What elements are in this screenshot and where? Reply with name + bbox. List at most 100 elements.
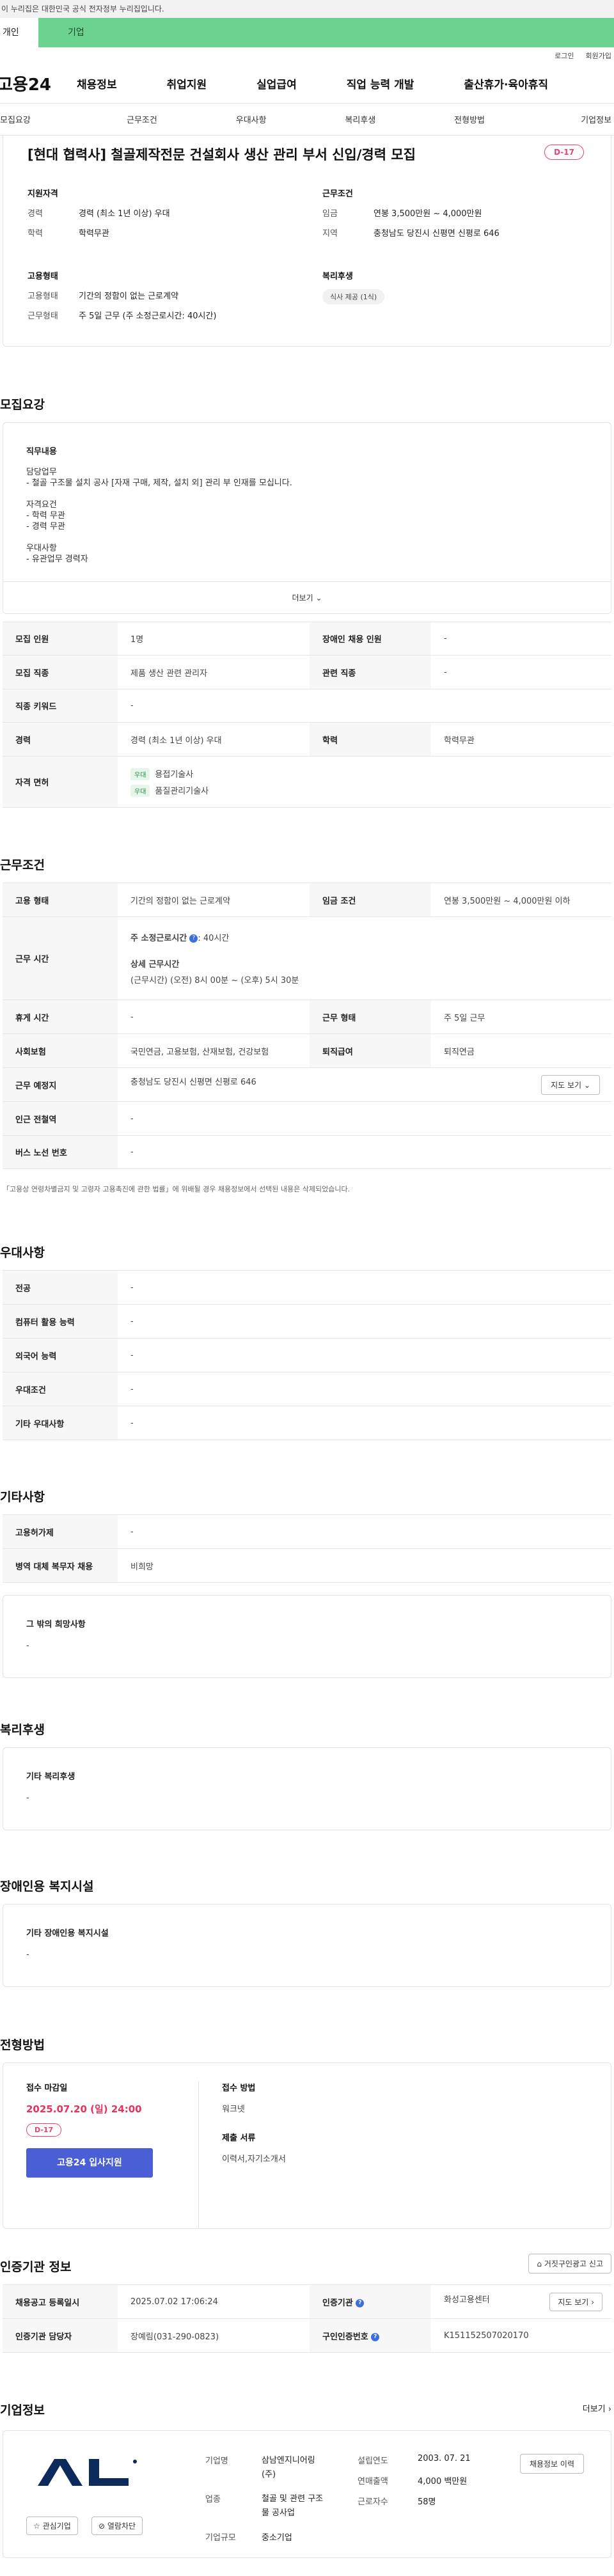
favorite-company-button[interactable]: ☆ 관심기업 (26, 2517, 78, 2535)
table-row: 직종 키워드 - (3, 689, 611, 723)
util-bar: 로그인 회원가입 (0, 47, 614, 64)
hiring-history-button[interactable]: 채용정보 이력 (519, 2454, 584, 2474)
other-wishes-title: 그 밖의 희망사항 (26, 1620, 86, 1630)
table-value: 연봉 3,500만원 ~ 4,000만원 이하 (431, 883, 611, 917)
anchor-process[interactable]: 전형방법 (415, 113, 524, 125)
job-description-title: 직무내용 (26, 447, 57, 457)
table-value: K151152507020170 (431, 2318, 611, 2353)
star-icon: ☆ (33, 2522, 40, 2531)
welfare-title: 복리후생 (322, 272, 353, 281)
company-more-link[interactable]: 더보기 › (583, 2402, 611, 2414)
table-key: 사회보험 (3, 1033, 118, 1068)
section-title-process: 전형방법 (0, 2038, 45, 2052)
table-row: 고용허가제 - (3, 1514, 611, 1549)
welfare-chip: 식사 제공 (1식) (322, 289, 385, 304)
other-wishes-box: 그 밖의 희망사항 - (3, 1595, 611, 1678)
report-label: 거짓구인광고 신고 (544, 2259, 603, 2268)
tab-individual[interactable]: 개인 (0, 18, 38, 47)
hours-detail-value: (근무시간) (오전) 8시 00분 ~ (오후) 5시 30분 (130, 976, 299, 986)
summary-key: 근무형태 (28, 311, 58, 321)
table-key: 모집 인원 (3, 622, 118, 656)
table-key: 병역 대체 복무자 채용 (3, 1548, 118, 1583)
company-key: 기업규모 (205, 2533, 236, 2543)
hours-main-value: : 40시간 (198, 934, 230, 943)
table-row: 컴퓨터 활용 능력 - (3, 1304, 611, 1339)
company-logo (38, 2459, 137, 2486)
dday-badge: D-17 (26, 2123, 62, 2137)
table-value: 1명 (118, 622, 310, 656)
map-btn-label: 지도 보기 (551, 1080, 582, 1090)
table-key: 컴퓨터 활용 능력 (3, 1304, 118, 1339)
table-row: 경력 경력 (최소 1년 이상) 우대 학력 학력무관 (3, 722, 611, 757)
table-row: 기타 우대사항 - (3, 1406, 611, 1440)
company-business-cont: 물 공사업 (262, 2508, 295, 2518)
table-row: 우대조건 - (3, 1372, 611, 1406)
table-key: 인증기관 ? (310, 2284, 431, 2319)
apply-button[interactable]: 고용24 입사지원 (26, 2148, 153, 2178)
cert-name: 품질관리기술사 (155, 786, 209, 796)
table-row: 버스 노선 번호 - (3, 1135, 611, 1169)
gnb-item-jobs[interactable]: 채용정보 (77, 75, 117, 91)
map-view-button[interactable]: 지도 보기 ⌄ (541, 1074, 600, 1095)
info-icon[interactable]: ? (371, 2332, 380, 2341)
method-label: 접수 방법 (222, 2084, 256, 2093)
info-icon[interactable]: ? (189, 934, 198, 943)
table-value: - (431, 655, 611, 689)
company-founded: 2003. 07. 21 (418, 2454, 471, 2463)
block-company-button[interactable]: ⊘ 열람차단 (91, 2517, 143, 2535)
table-row: 자격 면허 우대 용접기술사 우대 품질관리기술사 (3, 756, 611, 808)
table-value: 제품 생산 관련 관리자 (118, 655, 310, 689)
table-value: - (118, 1135, 611, 1169)
table-value: - (118, 1514, 611, 1549)
gnb-item-skill-development[interactable]: 직업 능력 개발 (347, 75, 414, 91)
anchor-preference[interactable]: 우대사항 (196, 113, 306, 125)
map-view-button[interactable]: 지도 보기 › (549, 2292, 602, 2311)
table-row: 사회보험 국민연금, 고용보험, 산재보험, 건강보험 퇴직급여 퇴직연금 (3, 1033, 611, 1068)
table-value: 주 5일 근무 (431, 1000, 611, 1034)
table-key: 근무 예정지 (3, 1067, 118, 1102)
table-key: 모집 직종 (3, 655, 118, 689)
welfare-block: 복리후생 식사 제공 (1식) (322, 269, 592, 329)
desc-more-button[interactable]: 더보기 ⌄ (3, 581, 611, 613)
more-label: 더보기 (582, 2405, 606, 2414)
table-value: - (118, 1270, 611, 1305)
table-value: - (118, 1304, 611, 1339)
anchor-welfare[interactable]: 복리후생 (306, 113, 415, 125)
anchor-company[interactable]: 기업정보 (524, 113, 614, 125)
disability-box-title: 기타 장애인용 복지시설 (26, 1929, 109, 1938)
table-key: 기타 우대사항 (3, 1406, 118, 1440)
qualification-title: 지원자격 (28, 189, 58, 199)
job-title: [현대 협력사] 철골제작전문 건설회사 생산 관리 부서 신입/경력 모집 (28, 147, 416, 162)
method-value: 워크넷 (222, 2105, 245, 2114)
table-row: 외국어 능력 - (3, 1338, 611, 1372)
table-value: - (431, 622, 611, 656)
report-icon: ⌂ (537, 2259, 542, 2268)
summary-key: 경력 (28, 209, 43, 219)
gnb-item-unemployment-benefit[interactable]: 실업급여 (256, 75, 297, 91)
table-value: 2025.07.02 17:06:24 (118, 2284, 310, 2319)
info-icon[interactable]: ? (356, 2298, 365, 2307)
anchor-recruit[interactable]: 모집요강 (0, 113, 88, 125)
map-btn-label: 지도 보기 (558, 2297, 589, 2307)
other-wishes-value: - (26, 1641, 29, 1651)
table-value: 기간의 정함이 없는 근로계약 (118, 883, 310, 917)
company-name-suffix: (주) (262, 2470, 276, 2479)
desc-line: - 철골 구조물 설치 공사 [자재 구매, 제작, 설치 외] 관리 부 인재… (26, 478, 292, 488)
gnb-item-employment-support[interactable]: 취업지원 (167, 75, 207, 91)
anchor-work-conditions[interactable]: 근무조건 (88, 113, 197, 125)
cert-org-table: 채용공고 등록일시 2025.07.02 17:06:24 인증기관 ? 화성고… (3, 2284, 611, 2353)
site-logo[interactable]: 고용24 (0, 72, 51, 95)
chevron-down-icon: ⌄ (315, 593, 322, 602)
report-fake-ad-button[interactable]: ⌂ 거짓구인광고 신고 (528, 2254, 611, 2274)
table-value: 퇴직연금 (431, 1033, 611, 1068)
table-row: 고용 형태 기간의 정함이 없는 근로계약 임금 조건 연봉 3,500만원 ~… (3, 883, 611, 917)
signup-link[interactable]: 회원가입 (586, 51, 611, 61)
login-link[interactable]: 로그인 (555, 51, 574, 61)
table-key: 자격 면허 (3, 756, 118, 808)
table-row: 전공 - (3, 1270, 611, 1305)
table-value: - (118, 689, 611, 723)
tab-company[interactable]: 기업 (38, 18, 614, 47)
summary-value: 충청남도 당진시 신평면 신평로 646 (374, 229, 500, 239)
gnb-item-parental-leave[interactable]: 출산휴가·육아휴직 (464, 75, 548, 91)
table-row: 인근 전철역 - (3, 1101, 611, 1136)
